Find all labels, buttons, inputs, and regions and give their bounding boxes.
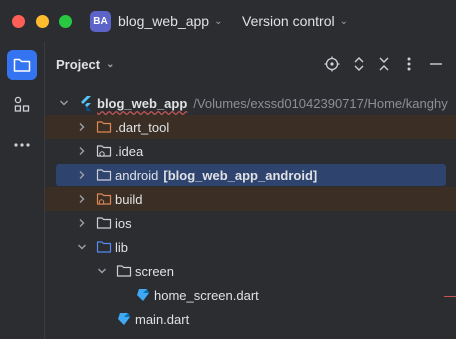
more-tool-windows-button[interactable] <box>7 130 37 160</box>
excluded-folder-icon <box>96 121 112 133</box>
minimize-icon[interactable] <box>427 55 445 73</box>
project-root-name: blog_web_app <box>97 96 188 111</box>
chevron-down-icon[interactable] <box>58 97 70 109</box>
folder-icon <box>13 58 31 72</box>
project-switcher[interactable]: blog_web_app ⌄ <box>118 13 222 29</box>
tool-window-strip <box>0 42 45 339</box>
project-tree: blog_web_app/Volumes/exssd01042390717/Ho… <box>45 86 456 339</box>
more-icon <box>14 143 30 147</box>
chevron-right-icon[interactable] <box>76 169 88 181</box>
tree-row-lib[interactable]: lib <box>45 235 456 259</box>
tree-item-label: ios <box>115 216 132 231</box>
project-panel-header: Project ⌄ <box>45 42 456 86</box>
project-view-selector[interactable]: Project ⌄ <box>56 57 114 72</box>
chevron-right-icon[interactable] <box>76 217 88 229</box>
chevron-down-icon: ⌄ <box>339 16 348 27</box>
tree-item-label: lib <box>115 240 129 255</box>
dart-file-icon <box>118 313 130 325</box>
panel-title: Project <box>56 57 101 72</box>
tree-row-android[interactable]: android [blog_web_app_android] <box>45 163 456 187</box>
more-vertical-icon[interactable] <box>400 55 418 73</box>
project-name-label: blog_web_app <box>118 13 210 29</box>
version-control-menu[interactable]: Version control ⌄ <box>242 13 348 29</box>
tree-row-screen[interactable]: screen <box>45 259 456 283</box>
chevron-right-icon[interactable] <box>76 193 88 205</box>
folder-icon <box>116 265 132 277</box>
window-close-button[interactable] <box>12 15 25 28</box>
tree-item-label: build <box>115 192 143 207</box>
tree-row-idea[interactable]: .idea <box>45 139 456 163</box>
window-minimize-button[interactable] <box>36 15 49 28</box>
window-zoom-button[interactable] <box>59 15 72 28</box>
ide-window: BA blog_web_app ⌄ Version control ⌄ Proj… <box>0 0 456 339</box>
chevron-down-icon: ⌄ <box>214 16 223 27</box>
tree-item-label: home_screen.dart <box>154 288 259 303</box>
chevron-down-icon[interactable] <box>76 241 88 253</box>
tree-row-root[interactable]: blog_web_app/Volumes/exssd01042390717/Ho… <box>45 91 456 115</box>
flutter-icon <box>81 96 91 111</box>
tree-row-ios[interactable]: ios <box>45 211 456 235</box>
expand-all-icon[interactable] <box>350 55 368 73</box>
tree-row-main-dart[interactable]: main.dart <box>45 307 456 331</box>
tree-item-label: .idea <box>115 144 144 159</box>
project-tool-button[interactable] <box>7 50 37 80</box>
folder-icon <box>96 217 112 229</box>
excluded-folder-icon <box>96 193 112 205</box>
tree-item-label: android <box>115 168 159 183</box>
tree-row-home-screen-dart[interactable]: home_screen.dart <box>45 283 456 307</box>
dart-file-icon <box>137 289 149 301</box>
chevron-down-icon: ⌄ <box>106 59 115 70</box>
chevron-right-icon[interactable] <box>76 145 88 157</box>
project-badge[interactable]: BA <box>90 11 111 32</box>
tree-row-partial[interactable] <box>45 331 456 339</box>
error-stripe-marker <box>444 296 456 297</box>
title-bar: BA blog_web_app ⌄ Version control ⌄ <box>0 0 456 42</box>
module-name: [blog_web_app_android] <box>163 168 318 183</box>
tree-item-label: main.dart <box>135 312 190 327</box>
structure-tool-button[interactable] <box>7 90 37 120</box>
version-control-label: Version control <box>242 13 335 29</box>
config-folder-icon <box>96 145 112 157</box>
locate-icon[interactable] <box>323 55 341 73</box>
chevron-down-icon[interactable] <box>96 265 108 277</box>
chevron-right-icon[interactable] <box>76 121 88 133</box>
tree-row-dart-tool[interactable]: .dart_tool <box>45 115 456 139</box>
tree-row-build[interactable]: build <box>45 187 456 211</box>
collapse-all-icon[interactable] <box>375 55 393 73</box>
folder-icon <box>96 169 112 181</box>
source-folder-icon <box>96 241 112 253</box>
structure-icon <box>14 96 30 112</box>
tree-item-label: .dart_tool <box>115 120 170 135</box>
project-root-path: /Volumes/exssd01042390717/Home/kanghy <box>193 96 448 111</box>
tree-item-label: screen <box>135 264 175 279</box>
